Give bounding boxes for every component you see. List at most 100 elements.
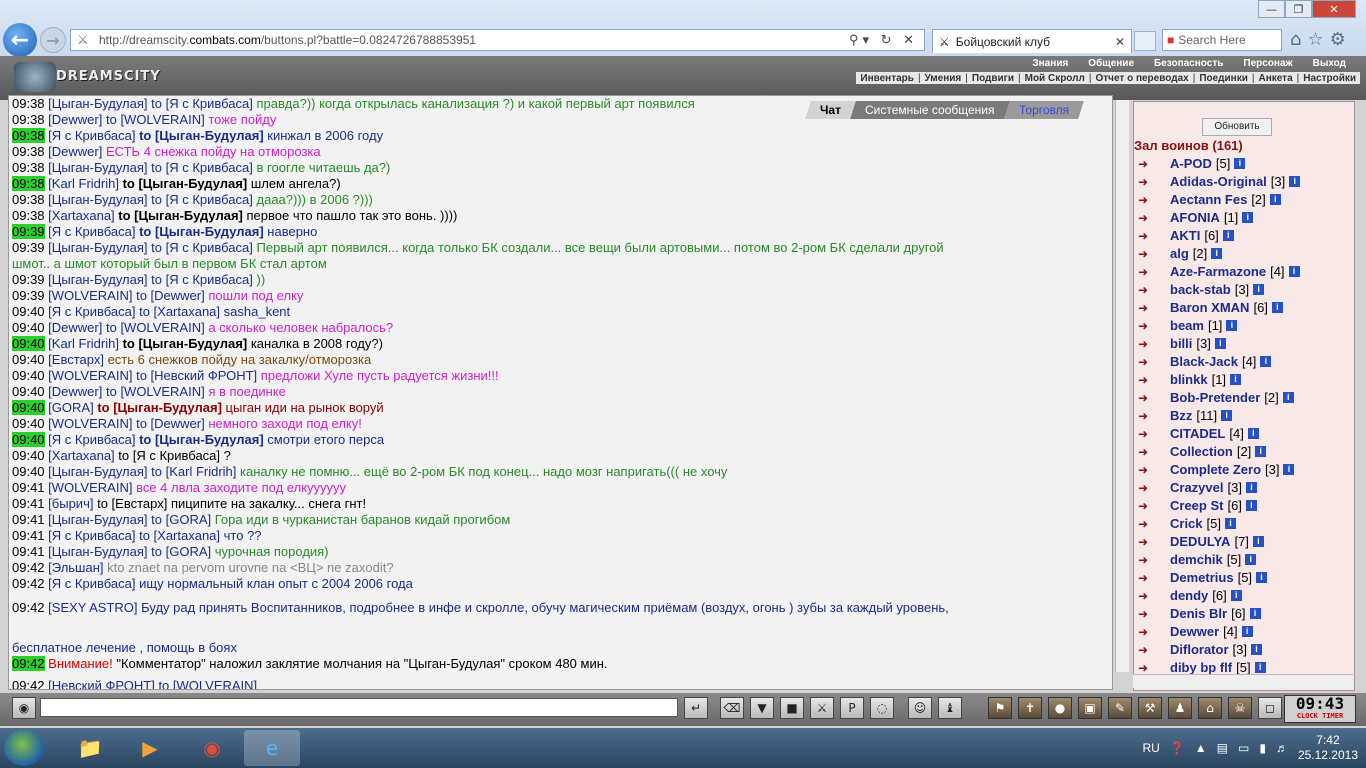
player-name[interactable]: Aectann Fes (1170, 192, 1247, 207)
info-icon[interactable]: i (1225, 518, 1236, 529)
submenu-skills[interactable]: Умения (925, 73, 962, 84)
home-icon[interactable]: ⌂ (1198, 697, 1222, 719)
network-icon[interactable]: ▤ (1217, 741, 1228, 755)
bottle-icon[interactable]: ● (1048, 697, 1072, 719)
player-name[interactable]: A-POD (1170, 156, 1212, 171)
player-row[interactable]: ➜ blinkk [1] i (1138, 372, 1242, 387)
message-time[interactable]: 09:38 (12, 144, 45, 159)
private-arrow-icon[interactable]: ➜ (1138, 661, 1166, 675)
player-name[interactable]: Aze-Farmazone (1170, 264, 1266, 279)
message-author[interactable]: [Dewwer] (48, 320, 102, 335)
private-arrow-icon[interactable]: ➜ (1138, 445, 1166, 459)
player-row[interactable]: ➜ Collection [2] i (1138, 444, 1267, 459)
private-arrow-icon[interactable]: ➜ (1138, 571, 1166, 585)
player-name[interactable]: alg (1170, 246, 1189, 261)
info-icon[interactable]: i (1260, 356, 1272, 367)
private-arrow-icon[interactable]: ➜ (1138, 373, 1166, 387)
message-time[interactable]: 09:40 (12, 464, 45, 479)
message-time[interactable]: 09:38 (12, 192, 45, 207)
info-icon[interactable]: i (1211, 248, 1223, 259)
message-recipient[interactable]: to [WOLVERAIN] (106, 112, 205, 127)
home-icon[interactable]: ⌂ (1290, 29, 1307, 50)
player-name[interactable]: back-stab (1170, 282, 1231, 297)
info-icon[interactable]: i (1234, 158, 1246, 169)
message-author[interactable]: [Эльшан] (48, 560, 103, 575)
player-row[interactable]: ➜ Dewwer [4] i (1138, 624, 1253, 639)
tab-chat[interactable]: Чат (805, 101, 856, 119)
private-arrow-icon[interactable]: ➜ (1138, 499, 1166, 513)
message-author[interactable]: [Я с Кривбаса] (48, 224, 135, 239)
private-arrow-icon[interactable]: ➜ (1138, 427, 1166, 441)
close-tab-icon[interactable]: ✕ (1115, 35, 1125, 49)
menu-knowledge[interactable]: Знания (1022, 58, 1078, 69)
message-time[interactable]: 09:38 (12, 96, 45, 111)
message-recipient[interactable]: to [GORA] (151, 544, 211, 559)
player-row[interactable]: ➜ A-POD [5] i (1138, 156, 1246, 171)
player-row[interactable]: ➜ Aze-Farmazone [4] i (1138, 264, 1300, 279)
message-recipient[interactable]: to [Цыган-Будулая] (139, 128, 264, 143)
message-time[interactable]: 09:40 (12, 432, 45, 447)
message-recipient[interactable]: to [Цыган-Будулая] (139, 432, 264, 447)
info-icon[interactable]: i (1241, 626, 1253, 637)
message-recipient[interactable]: to [Цыган-Будулая] (118, 208, 243, 223)
player-name[interactable]: Bob-Pretender (1170, 390, 1260, 405)
message-author[interactable]: [Цыган-Будулая] (48, 512, 147, 527)
info-icon[interactable]: i (1253, 284, 1265, 295)
gear-icon[interactable]: ⚙ (1330, 29, 1352, 50)
player-name[interactable]: Black-Jack (1170, 354, 1238, 369)
chat-vscrollbar[interactable] (1115, 100, 1129, 672)
message-time[interactable]: 09:40 (12, 304, 45, 319)
message-time[interactable]: 09:38 (12, 208, 45, 223)
minimize-button[interactable]: — (1258, 0, 1285, 18)
message-author[interactable]: [Я с Кривбаса] (48, 128, 135, 143)
message-time[interactable]: 09:42 (12, 576, 45, 591)
player-name[interactable]: AFONIA (1170, 210, 1220, 225)
player-name[interactable]: Baron XMAN (1170, 300, 1249, 315)
player-name[interactable]: diby bp flf (1170, 660, 1232, 675)
private-arrow-icon[interactable]: ➜ (1138, 409, 1166, 423)
message-author[interactable]: [бырич] (48, 496, 93, 511)
private-arrow-icon[interactable]: ➜ (1138, 463, 1166, 477)
info-icon[interactable]: i (1252, 536, 1264, 547)
message-author[interactable]: [Цыган-Будулая] (48, 464, 147, 479)
info-icon[interactable]: i (1242, 212, 1254, 223)
info-icon[interactable]: i (1230, 590, 1242, 601)
chat-mode-icon[interactable]: ◉ (12, 697, 36, 719)
message-time[interactable]: 09:38 (12, 176, 45, 191)
message-recipient[interactable]: to [WOLVERAIN] (158, 678, 257, 689)
private-arrow-icon[interactable]: ➜ (1138, 553, 1166, 567)
message-time[interactable]: 09:41 (12, 480, 45, 495)
info-icon[interactable]: i (1269, 194, 1281, 205)
player-row[interactable]: ➜ DEDULYA [7] i (1138, 534, 1264, 549)
submenu-inventory[interactable]: Инвентарь (860, 73, 914, 84)
player-row[interactable]: ➜ Complete Zero [3] i (1138, 462, 1295, 477)
player-name[interactable]: billi (1170, 336, 1192, 351)
message-author[interactable]: [Цыган-Будулая] (48, 160, 147, 175)
info-icon[interactable]: i (1245, 500, 1257, 511)
info-icon[interactable]: i (1222, 230, 1234, 241)
speed-icon[interactable]: ◌ (870, 697, 894, 719)
player-row[interactable]: ➜ beam [1] i (1138, 318, 1238, 333)
player-name[interactable]: beam (1170, 318, 1204, 333)
message-time[interactable]: 09:42 (12, 678, 45, 689)
info-icon[interactable]: i (1214, 338, 1226, 349)
message-recipient[interactable]: to [Я с Кривбаса] (151, 160, 253, 175)
private-arrow-icon[interactable]: ➜ (1138, 229, 1166, 243)
message-time[interactable]: 09:40 (12, 400, 45, 415)
tray-arrow-icon[interactable]: ▲ (1195, 741, 1207, 755)
player-row[interactable]: ➜ Diflorator [3] i (1138, 642, 1262, 657)
eraser-icon[interactable]: ⌫ (720, 697, 744, 719)
filter-icon[interactable]: ▼ (750, 697, 774, 719)
info-icon[interactable]: i (1255, 446, 1267, 457)
message-time[interactable]: 09:41 (12, 544, 45, 559)
scroll-icon[interactable]: ✎ (1108, 697, 1132, 719)
info-icon[interactable]: i (1289, 176, 1301, 187)
message-author[interactable]: [Dewwer] (48, 144, 102, 159)
menu-security[interactable]: Безопасность (1144, 58, 1233, 69)
tab-system-messages[interactable]: Системные сообщения (850, 101, 1010, 119)
private-arrow-icon[interactable]: ➜ (1138, 625, 1166, 639)
submenu-feats[interactable]: Подвиги (972, 73, 1014, 84)
submenu-settings[interactable]: Настройки (1303, 73, 1356, 84)
info-icon[interactable]: i (1249, 608, 1261, 619)
message-author[interactable]: [SEXY ASTRO] (48, 600, 137, 615)
